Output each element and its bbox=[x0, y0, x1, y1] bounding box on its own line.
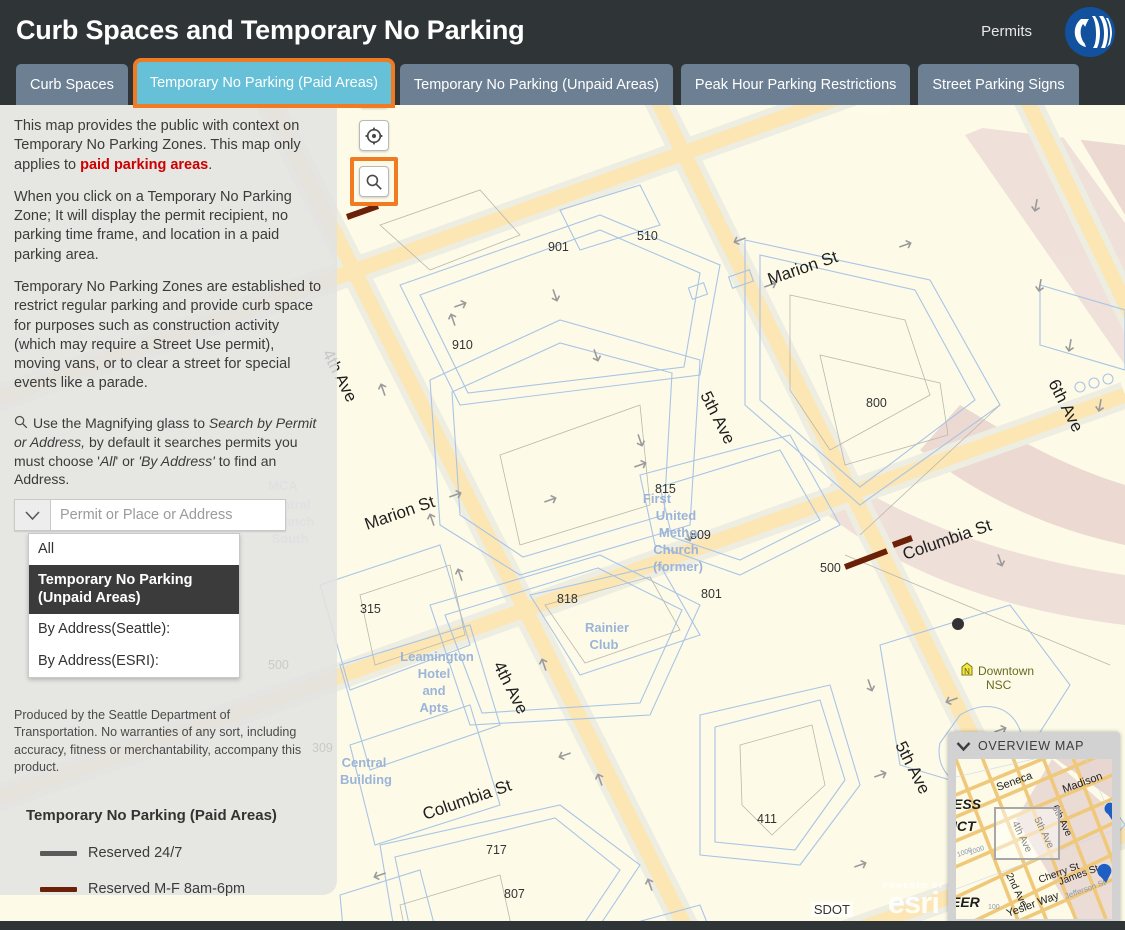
search-hint-text: Use the Magnifying glass to Search by Pe… bbox=[14, 414, 323, 489]
legend-swatch-reserved-mf bbox=[40, 887, 77, 893]
hint-text-a: Use the Magnifying glass to bbox=[33, 414, 209, 431]
tab-peak-hour-parking-restrictions[interactable]: Peak Hour Parking Restrictions bbox=[680, 64, 911, 105]
permits-link[interactable]: Permits bbox=[981, 23, 1032, 40]
svg-text:Rainier: Rainier bbox=[585, 620, 629, 635]
info-sidebar: This map provides the public with contex… bbox=[0, 105, 337, 897]
legend-item-reserved-mf: Reserved M-F 8am-6pm bbox=[40, 880, 323, 899]
hint-italic-2: All bbox=[99, 452, 116, 469]
sidebar-p1-text-b: . bbox=[208, 156, 213, 173]
svg-text:800: 800 bbox=[866, 396, 887, 410]
svg-text:ESS: ESS bbox=[956, 796, 982, 812]
locate-button[interactable] bbox=[360, 121, 388, 151]
map-point-marker bbox=[952, 618, 964, 630]
seattle-city-logo[interactable] bbox=[1065, 7, 1115, 57]
svg-text:807: 807 bbox=[504, 887, 525, 901]
svg-text:N: N bbox=[964, 667, 970, 676]
sidebar-paragraph-2: When you click on a Temporary No Parking… bbox=[14, 188, 292, 263]
legend-label-reserved-24-7: Reserved 24/7 bbox=[88, 845, 183, 862]
search-input[interactable] bbox=[51, 500, 285, 531]
svg-text:Club: Club bbox=[590, 637, 619, 652]
search-button[interactable] bbox=[360, 167, 388, 197]
tab-temporary-no-parking-paid-areas[interactable]: Temporary No Parking (Paid Areas) bbox=[132, 58, 395, 108]
legend-title: Temporary No Parking (Paid Areas) bbox=[26, 807, 277, 825]
search-icon bbox=[366, 174, 382, 190]
hint-text-c: ' or bbox=[115, 452, 139, 469]
page-title: Curb Spaces and Temporary No Parking bbox=[16, 15, 525, 45]
search-widget[interactable]: All Temporary No Parking (Unpaid Areas) … bbox=[14, 499, 323, 679]
svg-text:910: 910 bbox=[452, 338, 473, 352]
overview-map-canvas[interactable]: ESS ICT EER Seneca Madison 6th Ave 5th A… bbox=[956, 759, 1112, 919]
svg-text:Leamington: Leamington bbox=[400, 649, 474, 664]
overview-map-title: OVERVIEW MAP bbox=[978, 739, 1085, 753]
map-search-control[interactable] bbox=[359, 166, 389, 197]
tab-bar[interactable]: Curb Spaces Temporary No Parking (Paid A… bbox=[16, 58, 1087, 108]
legend-label-reserved-mf: Reserved M-F 8am-6pm bbox=[88, 881, 246, 898]
search-option-by-address-seattle[interactable]: By Address(Seattle): bbox=[29, 614, 239, 645]
legend: Temporary No Parking (Paid Areas) Reserv… bbox=[14, 806, 323, 900]
sdot-attribution: SDOT bbox=[810, 902, 853, 917]
search-option-by-address-esri[interactable]: By Address(ESRI): bbox=[29, 646, 239, 677]
svg-text:NSC: NSC bbox=[986, 678, 1012, 692]
svg-text:510: 510 bbox=[637, 229, 658, 243]
crosshair-icon bbox=[365, 127, 383, 145]
svg-text:500: 500 bbox=[820, 561, 841, 575]
overview-map-panel[interactable]: OVERVIEW MAP SS CT ER Seneca Madison 6th… bbox=[948, 732, 1120, 928]
tab-curb-spaces[interactable]: Curb Spaces bbox=[16, 64, 128, 105]
map-application: .land { fill:#fdfbe8; } .rd { stroke:#fb… bbox=[0, 0, 1125, 930]
svg-text:411: 411 bbox=[757, 812, 777, 826]
sidebar-paragraph-1: This map provides the public with contex… bbox=[14, 117, 323, 175]
app-header: Curb Spaces and Temporary No Parking Per… bbox=[0, 0, 1125, 108]
search-source-toggle[interactable] bbox=[15, 500, 51, 531]
sidebar-paragraph-3: Temporary No Parking Zones are establish… bbox=[14, 278, 322, 392]
svg-text:EER: EER bbox=[956, 894, 981, 910]
svg-text:Apts: Apts bbox=[420, 700, 449, 715]
svg-text:Metho: Metho bbox=[659, 525, 697, 540]
bottom-bar bbox=[0, 921, 1125, 930]
svg-text:Church: Church bbox=[653, 542, 699, 557]
svg-text:801: 801 bbox=[701, 587, 722, 601]
svg-text:Downtown: Downtown bbox=[978, 664, 1034, 678]
overview-map-header[interactable]: OVERVIEW MAP bbox=[956, 739, 1112, 753]
svg-text:315: 315 bbox=[360, 602, 381, 616]
svg-text:Central: Central bbox=[342, 755, 387, 770]
overview-extent-rectangle[interactable] bbox=[994, 807, 1060, 860]
svg-text:717: 717 bbox=[486, 843, 507, 857]
disclaimer-text: Produced by the Seattle Department of Tr… bbox=[14, 708, 302, 774]
svg-text:Hotel: Hotel bbox=[418, 666, 451, 681]
esri-attribution: POWERED BY esri bbox=[883, 881, 944, 920]
esri-wordmark: esri bbox=[887, 884, 940, 920]
svg-text:and: and bbox=[422, 683, 445, 698]
legend-item-reserved-24-7: Reserved 24/7 bbox=[40, 844, 323, 863]
search-row[interactable] bbox=[14, 499, 286, 532]
search-option-all[interactable]: All bbox=[29, 534, 239, 565]
chevron-down-icon bbox=[25, 511, 40, 520]
legend-swatch-reserved-24-7 bbox=[40, 851, 77, 857]
chevron-down-icon bbox=[956, 741, 971, 751]
svg-text:ICT: ICT bbox=[956, 818, 977, 834]
tab-temporary-no-parking-unpaid-areas[interactable]: Temporary No Parking (Unpaid Areas) bbox=[399, 64, 673, 105]
svg-text:818: 818 bbox=[557, 592, 578, 606]
hint-italic-3: 'By Address' bbox=[138, 452, 215, 469]
search-option-temporary-no-parking-unpaid[interactable]: Temporary No Parking (Unpaid Areas) bbox=[29, 565, 239, 615]
tab-street-parking-signs[interactable]: Street Parking Signs bbox=[918, 64, 1079, 105]
svg-text:100: 100 bbox=[988, 904, 1000, 911]
svg-text:United: United bbox=[656, 508, 697, 523]
svg-text:901: 901 bbox=[548, 240, 569, 254]
svg-text:(former): (former) bbox=[653, 559, 703, 574]
locate-control[interactable] bbox=[359, 120, 389, 151]
svg-text:First: First bbox=[643, 491, 672, 506]
search-source-menu[interactable]: All Temporary No Parking (Unpaid Areas) … bbox=[28, 533, 240, 679]
svg-text:Building: Building bbox=[340, 772, 392, 787]
paid-parking-areas-emphasis: paid parking areas bbox=[80, 156, 209, 173]
magnifying-glass-icon bbox=[14, 415, 28, 434]
